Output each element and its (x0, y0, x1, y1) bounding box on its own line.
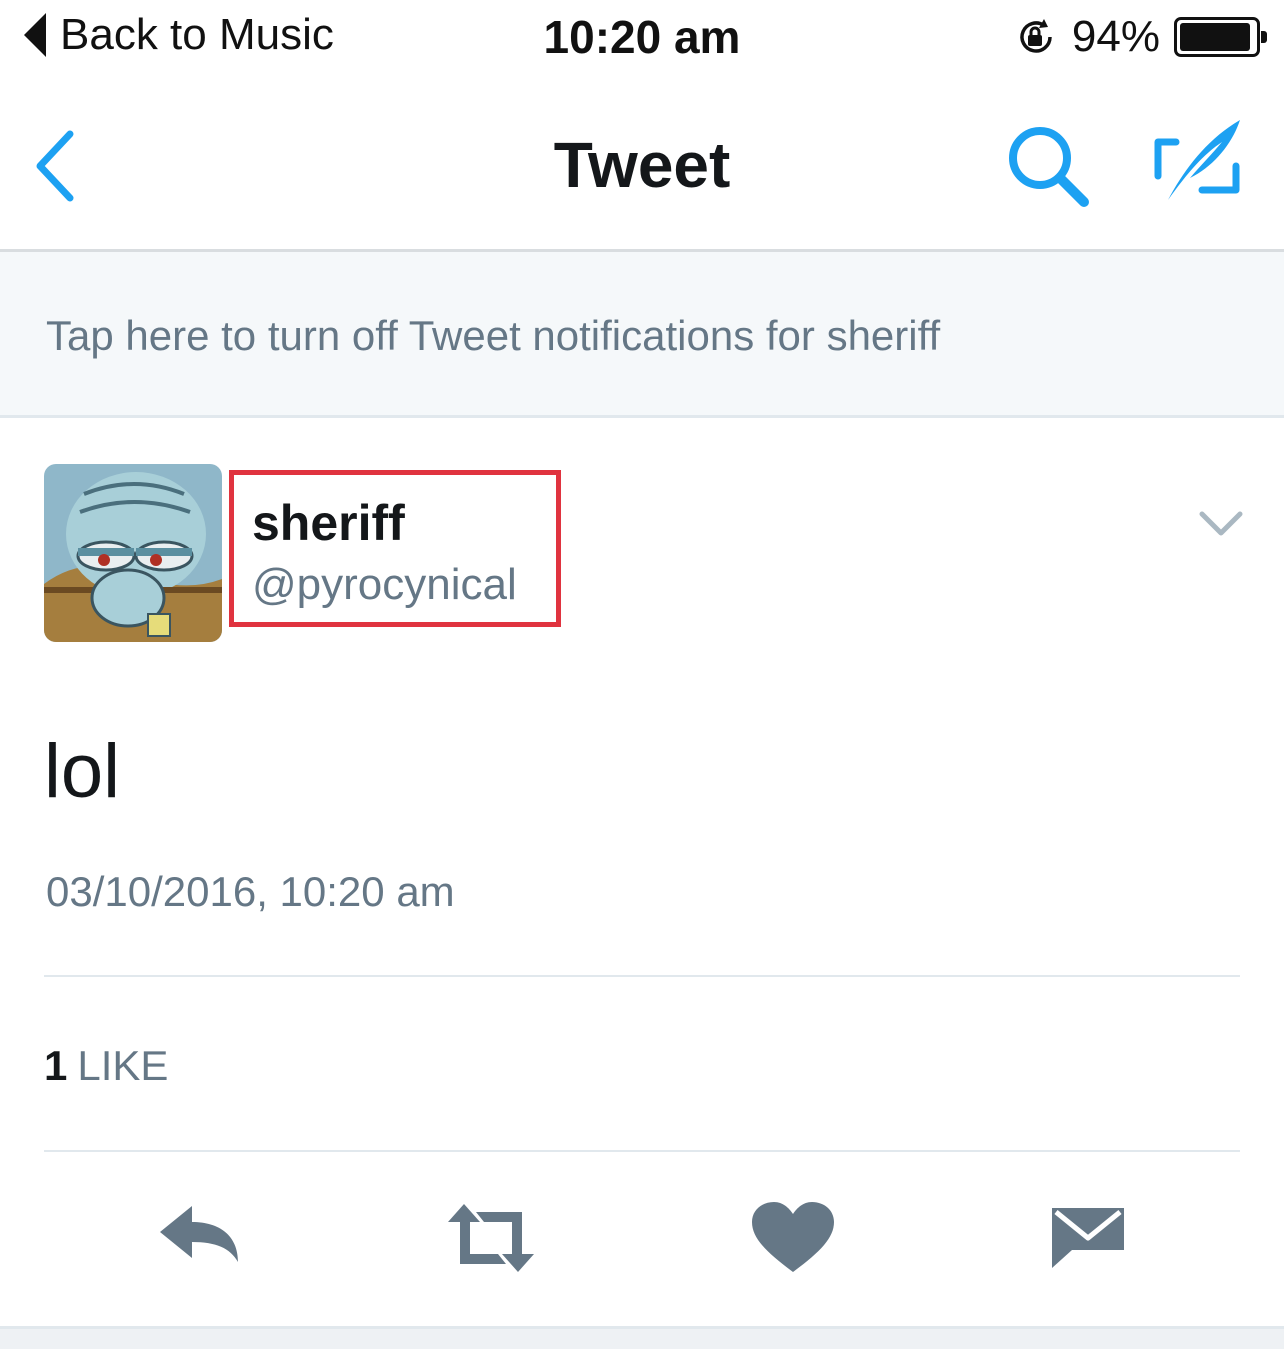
battery-percent: 94% (1071, 12, 1160, 61)
battery-icon (1174, 17, 1267, 57)
avatar[interactable] (44, 464, 222, 642)
battery-cap (1261, 31, 1267, 43)
reply-icon[interactable] (156, 1198, 246, 1278)
divider (44, 975, 1240, 977)
status-indicators: 94% (1014, 12, 1267, 62)
battery-level-fill (1180, 23, 1250, 51)
status-bar: Back to Music 10:20 am 94% (0, 0, 1284, 80)
tweet-text: lol (44, 729, 121, 814)
chevron-down-icon[interactable] (1196, 506, 1246, 542)
search-icon[interactable] (1004, 122, 1094, 212)
notification-toggle-text: Tap here to turn off Tweet notifications… (46, 312, 941, 359)
divider (44, 1150, 1240, 1152)
compose-tweet-icon[interactable] (1150, 114, 1246, 210)
retweet-icon[interactable] (446, 1198, 536, 1278)
direct-message-icon[interactable] (1044, 1198, 1134, 1278)
notification-toggle-banner[interactable]: Tap here to turn off Tweet notifications… (0, 252, 1284, 418)
tweet-timestamp: 03/10/2016, 10:20 am (46, 868, 455, 915)
likes-count-row[interactable]: 1 LIKE (44, 1042, 168, 1090)
rotation-lock-icon (1020, 19, 1052, 53)
bottom-band (0, 1326, 1284, 1349)
navigation-bar: Tweet (0, 90, 1284, 252)
like-label: LIKE (77, 1042, 169, 1089)
author-name[interactable]: sheriff (252, 494, 405, 552)
author-handle[interactable]: @pyrocynical (252, 560, 517, 610)
like-heart-icon[interactable] (748, 1198, 838, 1278)
avatar-image (44, 464, 222, 642)
like-count: 1 (44, 1042, 68, 1089)
